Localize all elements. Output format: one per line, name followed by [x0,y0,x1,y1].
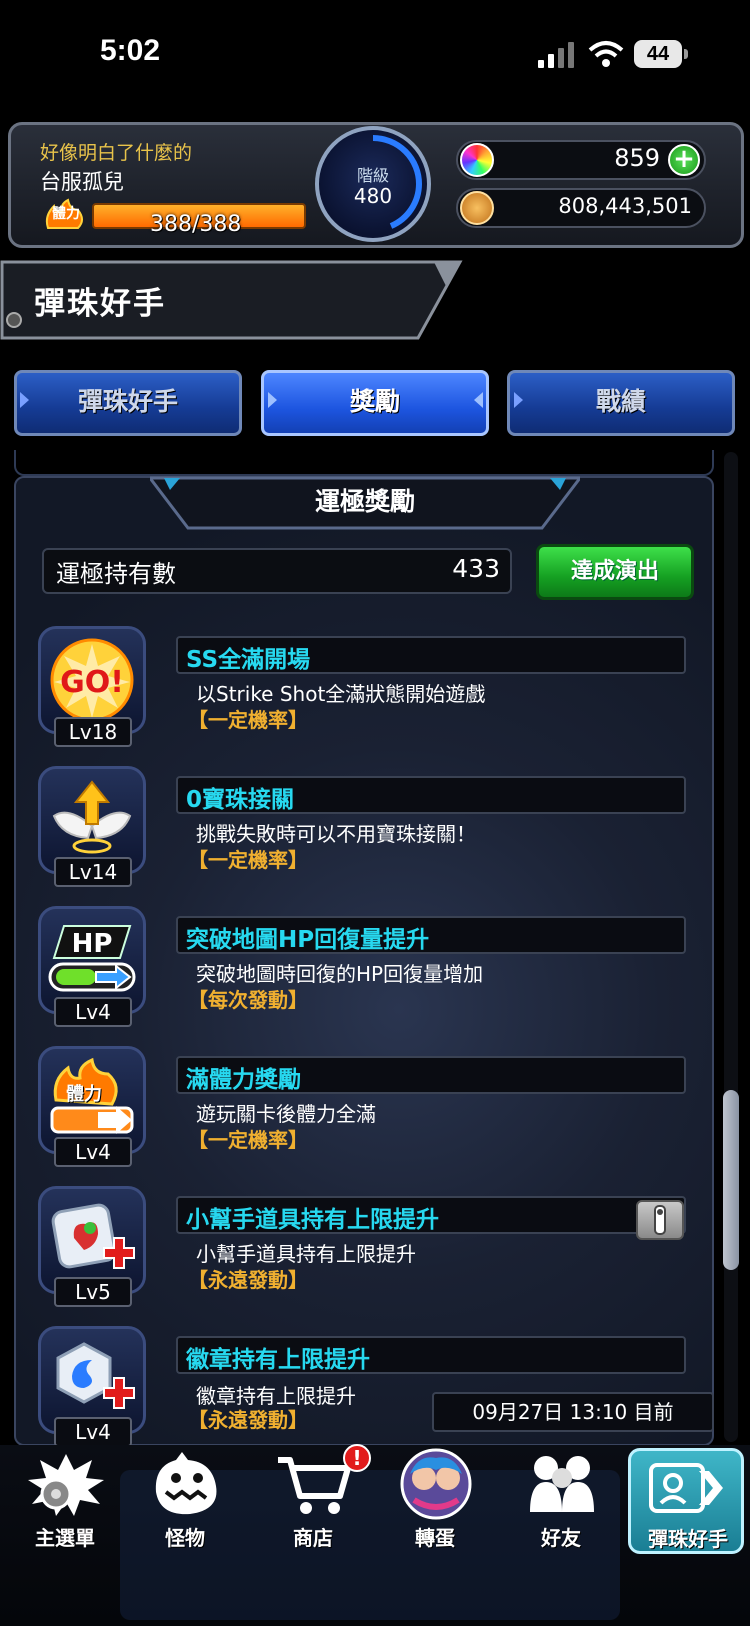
buy-orbs-button[interactable]: + [668,144,700,176]
reward-level: Lv18 [54,717,132,747]
tab-arrow-left [20,392,29,408]
reward-name: 滿體力獎勵 [186,1067,301,1093]
reward-level: Lv4 [54,1137,132,1167]
stamina-label: 體力 [52,206,80,222]
tab-arrow-left [514,392,523,408]
tab-marble-expert[interactable]: 彈珠好手 [14,370,242,436]
reward-name: SS全滿開場 [186,647,311,673]
svg-text:HP: HP [72,929,113,959]
scrollbar-thumb[interactable] [723,1090,739,1270]
scrollbar-track[interactable] [724,452,738,1442]
count-value: 433 [452,554,500,583]
tab-rewards[interactable]: 獎勵 [261,370,489,436]
reward-level: Lv4 [54,1417,132,1447]
reward-description: 挑戰失敗時可以不用寶珠接關！ [196,822,476,846]
nav-label: 商店 [293,1526,333,1550]
info-button[interactable] [636,1200,684,1240]
page-title: 彈珠好手 [34,286,166,322]
reward-name: 0寶珠接關 [186,787,295,813]
reward-tag: 【永遠發動】 [188,1268,308,1292]
cellular-signal-icon [538,42,574,68]
player-title: 好像明白了什麼的 [40,142,193,164]
player-server: 台服孤兒 [40,170,124,194]
stamina-icon-label: 體力 [66,1084,102,1105]
battery-icon: 44 [634,40,682,68]
nav-marble-expert[interactable]: 彈珠好手 [628,1448,744,1554]
gem-value: 859 [614,144,660,172]
tab-records[interactable]: 戰績 [507,370,735,436]
achievement-performance-button[interactable]: 達成演出 [536,544,694,600]
wifi-icon [588,41,624,67]
reward-level: Lv5 [54,1277,132,1307]
friends-icon [530,1456,594,1512]
nav-friends[interactable]: 好友 [506,1448,616,1554]
nav-monster[interactable]: 怪物 [130,1448,240,1554]
go-icon: GO! [50,638,134,722]
rank-label: 階級 [356,166,389,185]
gold-coin-icon [460,191,494,225]
nav-label: 轉蛋 [415,1526,455,1550]
helper-item-icon [51,1203,135,1269]
battery-tip [684,49,688,59]
reward-tag: 【一定機率】 [188,1128,308,1152]
data-timestamp: 09月27日 13:10 目前 [432,1392,714,1432]
reward-description: 遊玩關卡後體力全滿 [196,1102,376,1126]
info-icon [654,1205,666,1235]
nav-label: 怪物 [165,1526,205,1550]
reward-name: 突破地圖HP回復量提升 [186,927,430,953]
reward-name: 徽章持有上限提升 [186,1347,370,1373]
nav-gacha[interactable]: 轉蛋 [380,1448,490,1554]
stamina-value: 388/388 [150,212,242,237]
tab-arrow-left [268,392,277,408]
monster-icon [155,1452,217,1515]
rank-value: 480 [353,184,393,208]
reward-tag: 【一定機率】 [188,708,308,732]
gacha-icon [400,1448,472,1520]
orb-icon [460,143,494,177]
status-time: 5:02 [100,34,161,67]
count-label: 運極持有數 [56,560,176,588]
main-menu-icon [28,1454,104,1516]
reward-name: 小幫手道具持有上限提升 [186,1207,439,1233]
angel-wings-icon [52,780,132,854]
tab-arrow-right [474,392,483,408]
id-card-icon [649,1463,723,1513]
badge-icon [56,1342,135,1409]
nav-label: 好友 [541,1526,581,1550]
reward-description: 突破地圖時回復的HP回復量增加 [196,962,484,986]
nav-main-menu[interactable]: 主選單 [10,1448,120,1554]
reward-tag: 【每次發動】 [188,988,308,1012]
svg-text:GO!: GO! [60,665,124,700]
reward-tag: 【一定機率】 [188,848,308,872]
gold-value: 808,443,501 [558,194,692,218]
reward-level: Lv14 [54,857,132,887]
reward-tag: 【永遠發動】 [188,1408,308,1432]
hp-icon: HP [48,925,136,992]
reward-level: Lv4 [54,997,132,1027]
panel-top-deco [14,450,714,476]
section-title: 運極獎勵 [314,487,415,516]
nav-label: 主選單 [35,1526,95,1550]
shop-notification-badge: ! [343,1444,371,1472]
cart-icon [278,1457,351,1514]
reward-description: 以Strike Shot全滿狀態開始遊戲 [196,682,486,706]
reward-description: 小幫手道具持有上限提升 [196,1242,416,1266]
nav-label: 彈珠好手 [648,1527,728,1551]
